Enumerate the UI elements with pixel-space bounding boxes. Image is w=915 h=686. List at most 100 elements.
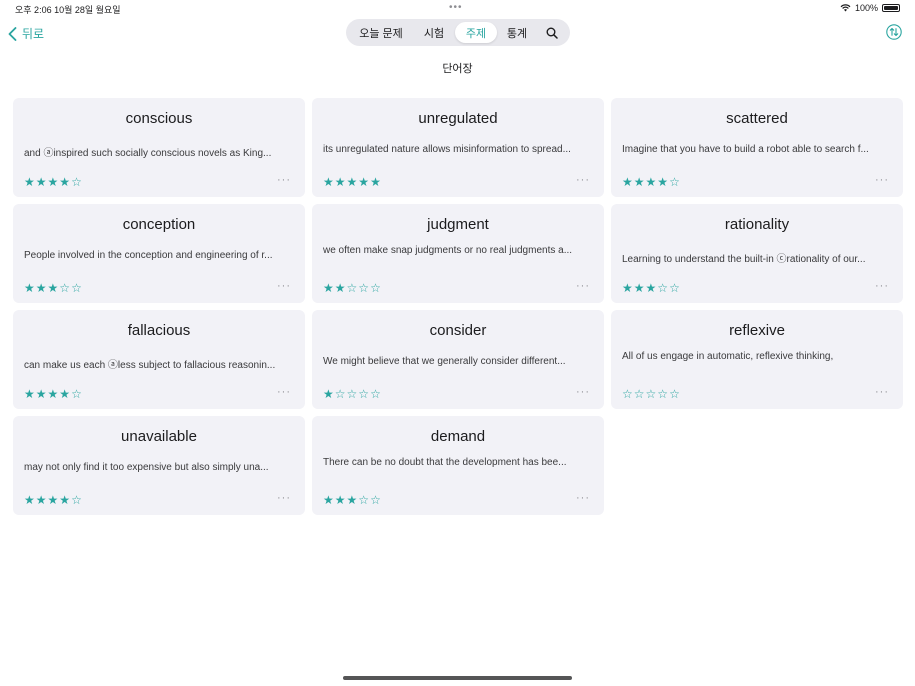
star-rating: ☆ ☆ ☆ ☆ ☆ xyxy=(622,388,680,400)
star-empty-icon: ☆ xyxy=(370,493,381,507)
star-empty-icon: ☆ xyxy=(346,387,358,401)
star-empty-icon: ☆ xyxy=(669,281,680,295)
battery-icon xyxy=(882,4,900,12)
star-filled-icon: ★ xyxy=(323,387,334,401)
word-card[interactable]: consider We might believe that we general… xyxy=(312,310,604,409)
star-filled-icon: ★ xyxy=(622,281,633,295)
star-empty-icon: ☆ xyxy=(334,387,346,401)
star-empty-icon: ☆ xyxy=(71,493,82,507)
word-title: consider xyxy=(429,322,487,339)
tab-today-problems[interactable]: 오늘 문제 xyxy=(349,22,413,43)
star-filled-icon: ★ xyxy=(633,175,645,189)
tab-topic[interactable]: 주제 xyxy=(455,22,497,43)
star-empty-icon: ☆ xyxy=(657,281,669,295)
word-title: conception xyxy=(122,216,196,233)
tab-label: 오늘 문제 xyxy=(359,27,403,40)
star-empty-icon: ☆ xyxy=(657,387,669,401)
more-options-button[interactable]: ··· xyxy=(576,174,590,186)
star-rating: ★ ★ ★ ☆ ☆ xyxy=(323,494,381,506)
more-options-button[interactable]: ··· xyxy=(277,174,291,186)
star-rating: ★ ★ ★ ★ ☆ xyxy=(622,176,680,188)
word-title: unavailable xyxy=(121,428,197,445)
star-filled-icon: ★ xyxy=(35,175,47,189)
star-empty-icon: ☆ xyxy=(358,387,370,401)
more-options-button[interactable]: ··· xyxy=(277,386,291,398)
star-filled-icon: ★ xyxy=(346,493,358,507)
star-filled-icon: ★ xyxy=(24,387,35,401)
word-title: scattered xyxy=(726,110,788,127)
star-rating: ★ ★ ★ ★ ☆ xyxy=(24,388,82,400)
vocabulary-grid: conscious and ⓐinspired such socially con… xyxy=(13,98,903,515)
more-options-button[interactable]: ··· xyxy=(277,492,291,504)
star-empty-icon: ☆ xyxy=(71,281,82,295)
star-filled-icon: ★ xyxy=(323,281,334,295)
home-indicator[interactable] xyxy=(343,676,572,680)
wifi-icon xyxy=(840,4,851,12)
page-title: 단어장 xyxy=(442,63,473,75)
example-sentence: People involved in the conception and en… xyxy=(24,250,273,261)
example-sentence: Imagine that you have to build a robot a… xyxy=(622,144,869,155)
star-filled-icon: ★ xyxy=(645,175,657,189)
star-filled-icon: ★ xyxy=(35,281,47,295)
star-empty-icon: ☆ xyxy=(622,387,633,401)
word-title: conscious xyxy=(125,110,193,127)
star-filled-icon: ★ xyxy=(47,387,59,401)
status-time: 오후 2:06 10월 28일 월요일 xyxy=(15,5,121,15)
word-card[interactable]: judgment we often make snap judgments or … xyxy=(312,204,604,303)
star-filled-icon: ★ xyxy=(47,175,59,189)
tab-exam[interactable]: 시험 xyxy=(413,22,455,43)
star-filled-icon: ★ xyxy=(47,281,59,295)
segmented-control: 오늘 문제 시험 주제 통계 xyxy=(346,19,570,46)
star-filled-icon: ★ xyxy=(323,493,334,507)
star-filled-icon: ★ xyxy=(370,175,381,189)
navigation-bar: 뒤로 오늘 문제 시험 주제 통계 xyxy=(0,18,915,48)
star-filled-icon: ★ xyxy=(59,387,71,401)
chevron-left-icon xyxy=(8,26,17,41)
more-options-button[interactable]: ··· xyxy=(875,386,889,398)
back-button[interactable]: 뒤로 xyxy=(8,25,44,42)
star-filled-icon: ★ xyxy=(35,387,47,401)
star-empty-icon: ☆ xyxy=(71,387,82,401)
star-filled-icon: ★ xyxy=(633,281,645,295)
status-right: 100% xyxy=(840,3,900,13)
sort-icon[interactable] xyxy=(886,24,902,40)
word-card[interactable]: unavailable may not only find it too expe… xyxy=(13,416,305,515)
more-options-button[interactable]: ··· xyxy=(875,174,889,186)
word-title: demand xyxy=(430,428,486,445)
more-options-button[interactable]: ··· xyxy=(576,386,590,398)
star-rating: ★ ★ ☆ ☆ ☆ xyxy=(323,282,381,294)
star-filled-icon: ★ xyxy=(59,493,71,507)
star-empty-icon: ☆ xyxy=(71,175,82,189)
star-filled-icon: ★ xyxy=(645,281,657,295)
word-title: judgment xyxy=(427,216,489,233)
star-rating: ★ ★ ★ ☆ ☆ xyxy=(24,282,82,294)
more-options-button[interactable]: ··· xyxy=(277,280,291,292)
example-sentence: There can be no doubt that the developme… xyxy=(323,457,567,468)
status-bar: 오후 2:06 10월 28일 월요일 ••• 100% xyxy=(0,0,915,16)
word-card[interactable]: conscious and ⓐinspired such socially con… xyxy=(13,98,305,197)
tab-search[interactable] xyxy=(537,22,567,43)
multitasking-dots[interactable]: ••• xyxy=(449,2,463,13)
star-empty-icon: ☆ xyxy=(645,387,657,401)
tab-label: 주제 xyxy=(465,27,487,40)
word-card[interactable]: conception People involved in the concept… xyxy=(13,204,305,303)
star-empty-icon: ☆ xyxy=(59,281,71,295)
star-filled-icon: ★ xyxy=(24,281,35,295)
word-card[interactable]: scattered Imagine that you have to build … xyxy=(611,98,903,197)
word-title: unregulated xyxy=(418,110,498,127)
word-card[interactable]: reflexive All of us engage in automatic, … xyxy=(611,310,903,409)
star-filled-icon: ★ xyxy=(24,175,35,189)
example-sentence: Learning to understand the built-in ⓒrat… xyxy=(622,254,866,265)
tab-stats[interactable]: 통계 xyxy=(497,22,537,43)
star-filled-icon: ★ xyxy=(346,175,358,189)
star-rating: ★ ★ ★ ★ ☆ xyxy=(24,176,82,188)
word-card[interactable]: unregulated its unregulated nature allows… xyxy=(312,98,604,197)
star-filled-icon: ★ xyxy=(334,493,346,507)
more-options-button[interactable]: ··· xyxy=(576,280,590,292)
back-label: 뒤로 xyxy=(22,27,45,41)
more-options-button[interactable]: ··· xyxy=(576,492,590,504)
word-card[interactable]: fallacious can make us each ⓐless subject… xyxy=(13,310,305,409)
word-card[interactable]: demand There can be no doubt that the dev… xyxy=(312,416,604,515)
word-card[interactable]: rationality Learning to understand the bu… xyxy=(611,204,903,303)
more-options-button[interactable]: ··· xyxy=(875,280,889,292)
